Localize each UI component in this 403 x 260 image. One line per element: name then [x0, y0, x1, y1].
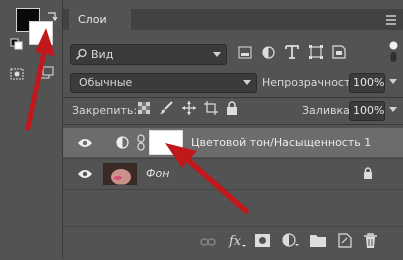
annotation-arrow: [165, 143, 249, 214]
